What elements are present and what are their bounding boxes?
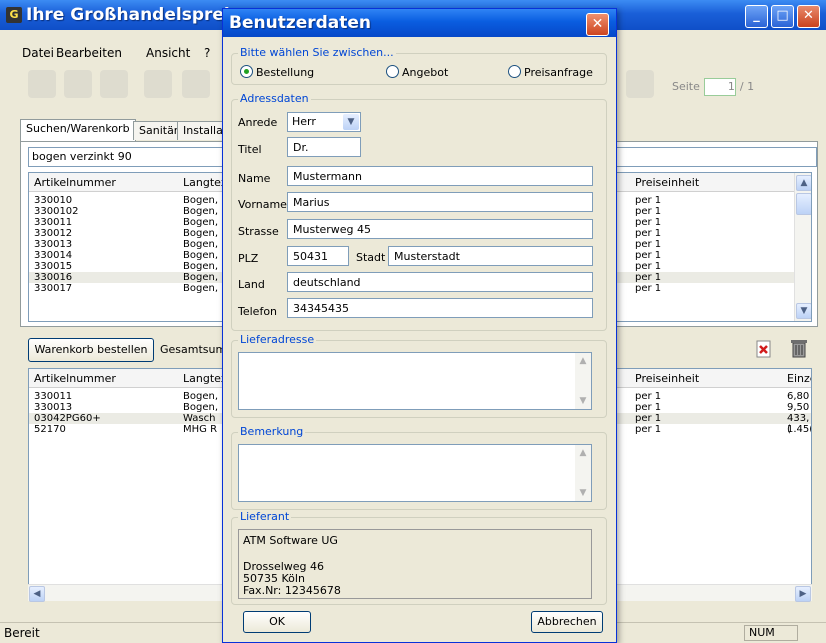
dialog-title: Benutzerdaten bbox=[229, 13, 372, 33]
delivery-address-textarea[interactable]: ▲ ▼ bbox=[238, 352, 592, 410]
radio-unchecked-icon bbox=[508, 65, 521, 78]
stadt-label: Stadt bbox=[356, 251, 386, 264]
radio-bestellung[interactable]: Bestellung bbox=[240, 65, 314, 79]
land-field[interactable]: deutschland bbox=[287, 272, 593, 292]
name-label: Name bbox=[238, 172, 271, 185]
telefon-label: Telefon bbox=[238, 305, 278, 318]
col-langtext[interactable]: Langtex bbox=[183, 372, 227, 385]
scroll-left-icon[interactable]: ◀ bbox=[29, 586, 45, 602]
menu-help[interactable]: ? bbox=[204, 46, 210, 60]
scroll-right-icon[interactable]: ▶ bbox=[795, 586, 811, 602]
app-icon: G bbox=[6, 7, 22, 23]
dialog-title-bar[interactable]: Benutzerdaten ✕ bbox=[223, 9, 616, 37]
delivery-scrollbar[interactable]: ▲ ▼ bbox=[575, 353, 591, 409]
chevron-down-icon[interactable]: ▼ bbox=[343, 114, 359, 130]
trash-icon[interactable] bbox=[790, 338, 808, 358]
ok-button[interactable]: OK bbox=[243, 611, 311, 633]
page-input[interactable]: 1 bbox=[703, 78, 736, 96]
titel-field[interactable]: Dr. bbox=[287, 137, 361, 157]
menu-datei[interactable]: Datei bbox=[22, 46, 54, 60]
land-label: Land bbox=[238, 278, 265, 291]
strasse-label: Strasse bbox=[238, 225, 279, 238]
page-total: / 1 bbox=[739, 80, 755, 93]
remark-scrollbar[interactable]: ▲ ▼ bbox=[575, 445, 591, 501]
col-artikelnummer[interactable]: Artikelnummer bbox=[34, 176, 116, 189]
scroll-down-icon[interactable]: ▼ bbox=[576, 486, 590, 500]
col-artikelnummer[interactable]: Artikelnummer bbox=[34, 372, 116, 385]
remark-textarea[interactable]: ▲ ▼ bbox=[238, 444, 592, 502]
address-group: Adressdaten Anrede Herr ▼ Titel Dr. Name … bbox=[231, 92, 607, 331]
radio-preisanfrage[interactable]: Preisanfrage bbox=[508, 65, 593, 79]
num-indicator: NUM bbox=[744, 625, 798, 641]
supplier-legend: Lieferant bbox=[238, 510, 292, 523]
scroll-down-icon[interactable]: ▼ bbox=[796, 303, 811, 319]
magnifier-icon[interactable] bbox=[64, 70, 92, 98]
anrede-select[interactable]: Herr ▼ bbox=[287, 112, 361, 132]
results-scrollbar[interactable]: ▲ ▼ bbox=[794, 173, 811, 321]
anrede-label: Anrede bbox=[238, 116, 278, 129]
radio-checked-icon bbox=[240, 65, 253, 78]
radio-angebot[interactable]: Angebot bbox=[386, 65, 448, 79]
col-preiseinheit[interactable]: Preiseinheit bbox=[635, 176, 699, 189]
supplier-group: Lieferant ATM Software UG Drosselweg 46 … bbox=[231, 510, 607, 605]
col-preiseinheit[interactable]: Preiseinheit bbox=[635, 372, 699, 385]
main-window-title: Ihre Großhandelspreise bbox=[26, 5, 252, 25]
delivery-group: Lieferadresse ▲ ▼ bbox=[231, 333, 607, 418]
remark-legend: Bemerkung bbox=[238, 425, 306, 438]
radio-unchecked-icon bbox=[386, 65, 399, 78]
supplier-company: ATM Software UG bbox=[243, 534, 338, 547]
plz-label: PLZ bbox=[238, 252, 259, 265]
vorname-field[interactable]: Marius bbox=[287, 192, 593, 212]
scroll-down-icon[interactable]: ▼ bbox=[576, 394, 590, 408]
choice-legend: Bitte wählen Sie zwischen... bbox=[238, 46, 396, 59]
pager: Seite 1/ 1 bbox=[672, 78, 772, 98]
telefon-field[interactable]: 34345435 bbox=[287, 298, 593, 318]
menu-ansicht[interactable]: Ansicht bbox=[146, 46, 190, 60]
titel-label: Titel bbox=[238, 143, 262, 156]
menu-bearbeiten[interactable]: Bearbeiten bbox=[56, 46, 122, 60]
hand-icon[interactable] bbox=[28, 70, 56, 98]
stadt-field[interactable]: Musterstadt bbox=[388, 246, 593, 266]
pager-label: Seite bbox=[672, 80, 700, 93]
scroll-up-icon[interactable]: ▲ bbox=[796, 175, 811, 191]
document-icon[interactable] bbox=[100, 70, 128, 98]
tab-suchen-warenkorb[interactable]: Suchen/Warenkorb bbox=[20, 119, 136, 142]
abbrechen-button[interactable]: Abbrechen bbox=[531, 611, 603, 633]
close-icon[interactable]: ✕ bbox=[797, 5, 820, 28]
name-field[interactable]: Mustermann bbox=[287, 166, 593, 186]
scroll-up-icon[interactable]: ▲ bbox=[576, 354, 590, 368]
delivery-legend: Lieferadresse bbox=[238, 333, 317, 346]
plz-field[interactable]: 50431 bbox=[287, 246, 349, 266]
last-page-icon[interactable] bbox=[626, 70, 654, 98]
address-legend: Adressdaten bbox=[238, 92, 311, 105]
choice-group: Bitte wählen Sie zwischen... Bestellung … bbox=[231, 46, 607, 85]
add-icon[interactable] bbox=[182, 70, 210, 98]
minimize-icon[interactable]: _ bbox=[745, 5, 768, 28]
scroll-thumb[interactable] bbox=[796, 193, 811, 215]
printer-icon[interactable] bbox=[144, 70, 172, 98]
warenkorb-bestellen-button[interactable]: Warenkorb bestellen bbox=[28, 338, 154, 362]
strasse-field[interactable]: Musterweg 45 bbox=[287, 219, 593, 239]
vorname-label: Vorname bbox=[238, 198, 287, 211]
supplier-fax: Fax.Nr: 12345678 bbox=[243, 584, 341, 597]
status-text: Bereit bbox=[4, 626, 40, 640]
col-einzelpreis[interactable]: Einze bbox=[787, 372, 811, 385]
supplier-box: ATM Software UG Drosselweg 46 50735 Köln… bbox=[238, 529, 592, 599]
maximize-icon[interactable]: □ bbox=[771, 5, 794, 28]
benutzerdaten-dialog: Benutzerdaten ✕ Bitte wählen Sie zwische… bbox=[222, 8, 617, 643]
remark-group: Bemerkung ▲ ▼ bbox=[231, 425, 607, 510]
dialog-close-icon[interactable]: ✕ bbox=[586, 13, 609, 36]
delete-item-icon[interactable] bbox=[756, 340, 772, 358]
col-langtext[interactable]: Langtex bbox=[183, 176, 227, 189]
scroll-up-icon[interactable]: ▲ bbox=[576, 446, 590, 460]
